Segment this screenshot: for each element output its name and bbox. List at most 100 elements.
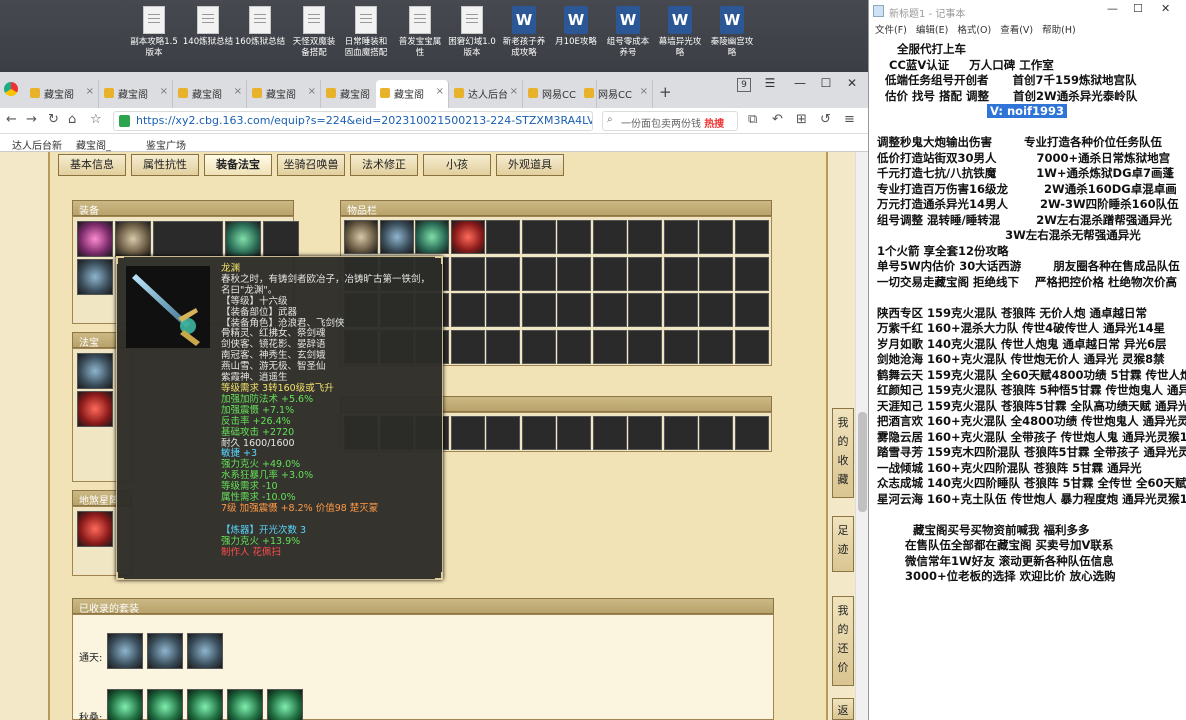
inventory-slot[interactable] [521, 329, 556, 364]
page-tab[interactable]: 小孩 [423, 154, 491, 176]
inventory-slot[interactable] [663, 256, 698, 291]
refresh-icon[interactable]: ↻ [48, 112, 59, 127]
home-icon[interactable]: ⌂ [68, 112, 76, 127]
browser-tab[interactable]: 藏宝阁 × [248, 80, 321, 108]
inventory-slot[interactable] [734, 220, 769, 254]
inventory-slot[interactable] [450, 416, 485, 450]
inventory-slot[interactable] [415, 220, 449, 254]
notepad-menu-item[interactable]: 查看(V) [1000, 25, 1033, 36]
inventory-slot[interactable] [699, 293, 733, 327]
apps-icon[interactable]: ⊞ [796, 112, 807, 127]
set-item-tongtian-1[interactable] [107, 633, 143, 669]
inventory-slot[interactable] [734, 293, 769, 327]
set-item-qiusang-2[interactable] [147, 689, 183, 720]
equip-slot-4[interactable] [225, 221, 261, 257]
set-item-qiusang-4[interactable] [227, 689, 263, 720]
inventory-slot[interactable] [486, 329, 520, 364]
inventory-slot[interactable] [450, 220, 485, 254]
footprint-button[interactable]: 足迹 [832, 516, 854, 572]
maximize-button[interactable]: ☐ [814, 76, 838, 96]
page-tab[interactable]: 属性抗性 [131, 154, 199, 176]
back-icon[interactable]: ← [6, 112, 17, 127]
page-scrollbar[interactable] [855, 152, 868, 720]
selected-wechat-id[interactable]: V: noif1993 [987, 104, 1068, 118]
equip-slot-6[interactable] [77, 259, 113, 295]
inventory-slot[interactable] [379, 220, 414, 254]
inventory-slot[interactable] [557, 293, 591, 327]
inventory-slot[interactable] [663, 293, 698, 327]
inventory-slot[interactable] [734, 416, 769, 450]
inventory-slot[interactable] [521, 293, 556, 327]
inventory-slot[interactable] [734, 329, 769, 364]
fabao-slot-1[interactable] [77, 353, 113, 389]
new-tab-button[interactable]: + [659, 83, 672, 101]
search-hot-label[interactable]: 热搜 [704, 119, 724, 130]
page-tab[interactable]: 外观道具 [496, 154, 564, 176]
set-item-tongtian-2[interactable] [147, 633, 183, 669]
inventory-slot[interactable] [592, 329, 627, 364]
desktop-file-icon[interactable]: W 新老孩子养 成攻略 [498, 6, 550, 59]
desktop-file-icon[interactable]: W 月10E攻略 [550, 6, 602, 48]
notepad-minimize-button[interactable]: — [1107, 2, 1118, 15]
tab-close-icon[interactable]: × [234, 86, 242, 97]
my-favorites-button[interactable]: 我的收藏 [832, 408, 854, 498]
set-item-qiusang-3[interactable] [187, 689, 223, 720]
inventory-slot[interactable] [699, 220, 733, 254]
inventory-slot[interactable] [663, 329, 698, 364]
page-tab[interactable]: 坐骑召唤兽 [277, 154, 345, 176]
notepad-text-area[interactable]: 全服代打上车 CC蓝V认证 万人口碑 工作室 低端任务组号开创者 首创7千159… [869, 38, 1186, 720]
desktop-file-icon[interactable]: W 秦陵幽宫攻 略 [706, 6, 758, 59]
set-item-qiusang-1[interactable] [107, 689, 143, 720]
close-window-button[interactable]: ✕ [840, 76, 864, 96]
set-item-qiusang-5[interactable] [267, 689, 303, 720]
inventory-slot[interactable] [592, 220, 627, 254]
inventory-slot[interactable] [557, 416, 591, 450]
search-input[interactable]: ⌕ 一份面包卖两份钱 热搜 [602, 111, 738, 131]
bookmark-star-icon[interactable]: ☆ [90, 112, 102, 127]
inventory-slot[interactable] [450, 256, 485, 291]
inventory-slot[interactable] [628, 220, 662, 254]
inventory-slot[interactable] [486, 293, 520, 327]
tab-close-icon[interactable]: × [86, 86, 94, 97]
pet-star-slot[interactable] [77, 511, 113, 547]
browser-tab[interactable]: 达人后台 × [450, 80, 523, 108]
inventory-slot[interactable] [592, 256, 627, 291]
browser-tab[interactable]: 藏宝阁 × [26, 80, 99, 108]
inventory-slot[interactable] [486, 220, 520, 254]
desktop-file-icon[interactable]: 困窘幻域1.0 版本 [446, 6, 498, 59]
minimize-button[interactable]: — [788, 76, 812, 96]
desktop-file-icon[interactable]: W 幕墙异光攻 略 [654, 6, 706, 59]
desktop-file-icon[interactable]: W 组号零成本 养号 [602, 6, 654, 59]
bookmark-daren[interactable]: 达人后台新 [12, 137, 62, 152]
desktop-file-icon[interactable]: 普发宝宝属 性 [394, 6, 446, 59]
tab-close-icon[interactable]: × [510, 86, 518, 97]
inventory-slot[interactable] [628, 293, 662, 327]
inventory-slot[interactable] [557, 329, 591, 364]
inventory-slot[interactable] [592, 293, 627, 327]
tab-close-icon[interactable]: × [160, 86, 168, 97]
inventory-slot[interactable] [486, 256, 520, 291]
tab-close-icon[interactable]: × [436, 86, 444, 97]
browser-tab[interactable]: 网易CC × [580, 80, 653, 108]
inventory-slot[interactable] [628, 416, 662, 450]
extension-icon[interactable]: ⧉ [748, 112, 757, 127]
desktop-file-icon[interactable]: 日常睡装和 固血魔搭配 [340, 6, 392, 59]
bookmark-jianbao[interactable]: 鉴宝广场 [146, 137, 186, 152]
inventory-slot[interactable] [521, 220, 556, 254]
page-tab[interactable]: 基本信息 [58, 154, 126, 176]
inventory-slot[interactable] [592, 416, 627, 450]
back-to-top-button[interactable]: 返回顶部 [832, 698, 854, 720]
forward-icon[interactable]: → [26, 112, 37, 127]
address-bar[interactable]: https://xy2.cbg.163.com/equip?s=224&eid=… [113, 111, 593, 131]
inventory-slot[interactable] [699, 329, 733, 364]
inventory-slot[interactable] [450, 329, 485, 364]
desktop-file-icon[interactable]: 160炼狱总结 [234, 6, 286, 48]
desktop-file-icon[interactable]: 天怪双魔装 备搭配 [288, 6, 340, 59]
tab-close-icon[interactable]: × [640, 86, 648, 97]
inventory-slot[interactable] [486, 416, 520, 450]
inventory-slot[interactable] [699, 416, 733, 450]
notepad-menu-item[interactable]: 编辑(E) [916, 25, 948, 36]
inventory-slot[interactable] [557, 220, 591, 254]
inventory-slot[interactable] [557, 256, 591, 291]
notepad-menu-item[interactable]: 文件(F) [875, 25, 907, 36]
